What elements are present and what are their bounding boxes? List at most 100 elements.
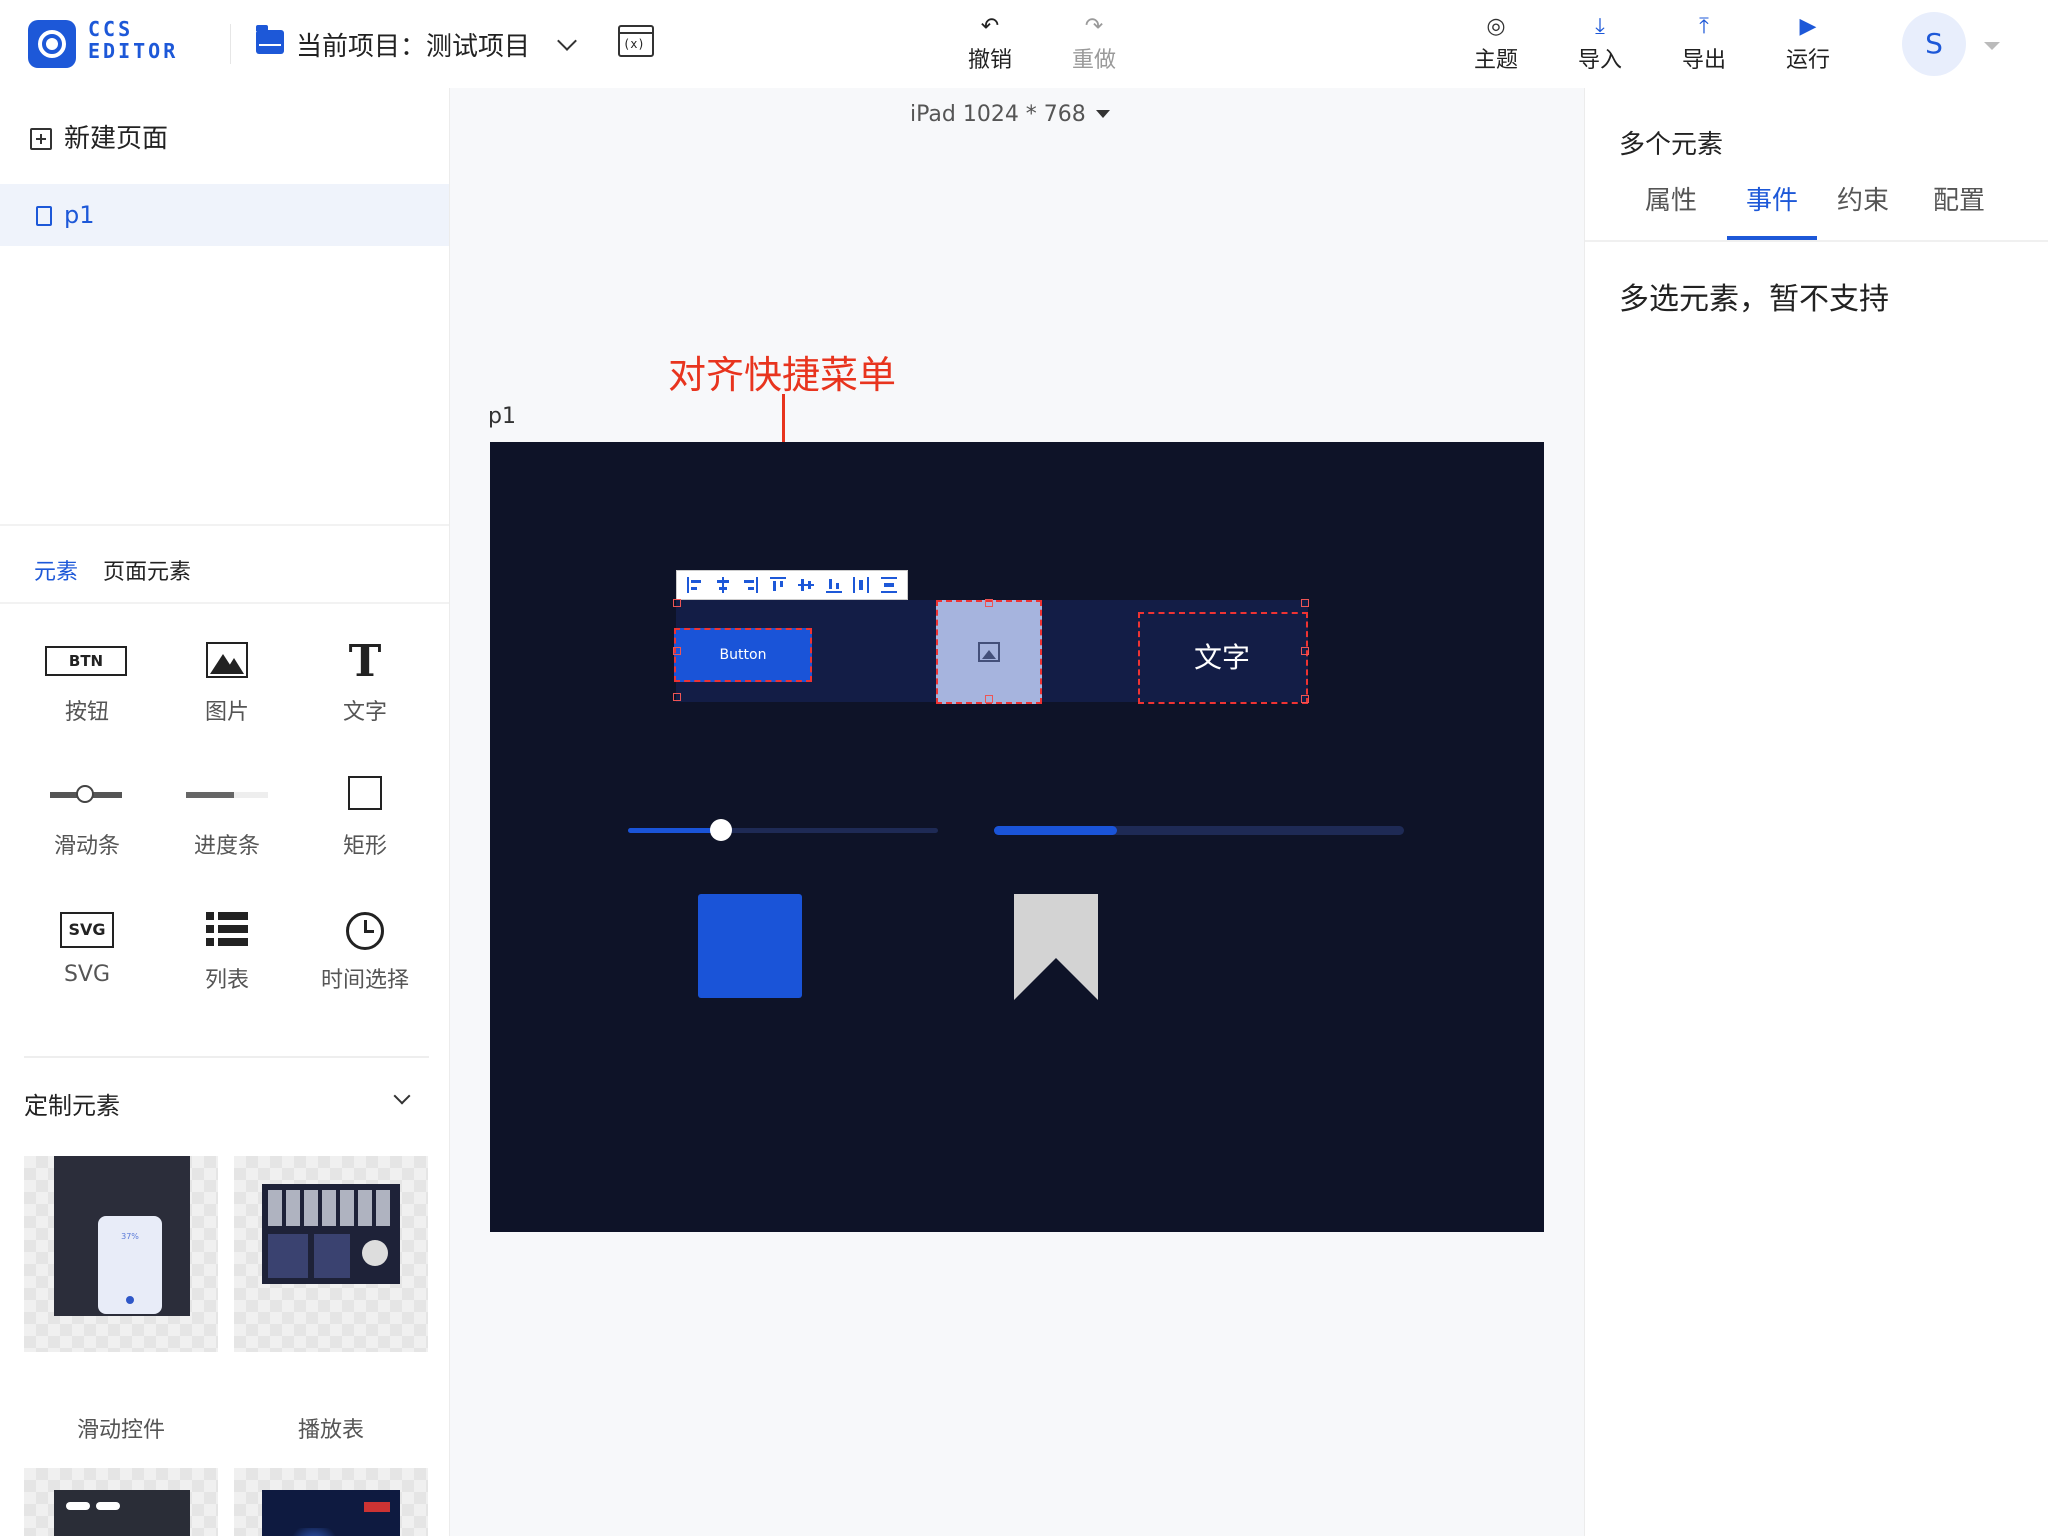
progress-fill: [994, 826, 1117, 835]
slider-fill: [628, 828, 721, 833]
header-divider: [230, 24, 231, 64]
page-name-label: p1: [488, 404, 516, 429]
align-center-v-icon[interactable]: [796, 575, 816, 595]
tab-config[interactable]: 配置: [1933, 180, 1985, 240]
canvas-slider-element[interactable]: [628, 819, 938, 841]
resize-handle[interactable]: [985, 695, 993, 703]
play-icon: ▶: [1799, 14, 1817, 39]
align-top-icon[interactable]: [768, 575, 788, 595]
add-page-icon: [30, 128, 52, 150]
device-selector[interactable]: iPad 1024 * 768: [910, 102, 1110, 127]
align-center-h-icon[interactable]: [713, 575, 733, 595]
page-icon: [36, 206, 52, 226]
redo-button[interactable]: ↷ 重做: [1072, 12, 1116, 74]
undo-icon: ↶: [980, 14, 1000, 39]
custom-element-3[interactable]: [24, 1468, 218, 1536]
variables-icon[interactable]: (x): [618, 25, 654, 57]
brand-name: CCS EDITOR: [88, 17, 179, 63]
properties-tabs: 属性 事件 约束 配置: [1585, 180, 2048, 242]
chevron-down-icon[interactable]: [393, 1087, 411, 1105]
project-selector[interactable]: 当前项目：测试项目: [296, 26, 530, 63]
custom-element-label: 播放表: [297, 1418, 364, 1443]
ccs-logo-icon: [28, 20, 76, 68]
top-toolbar: CCS EDITOR 当前项目：测试项目 (x) ↶ 撤销 ↷ 重做 ◎ 主题 …: [0, 0, 2048, 88]
widget-rectangle[interactable]: 矩形: [300, 772, 430, 860]
distribute-h-icon[interactable]: [851, 575, 871, 595]
resize-handle[interactable]: [673, 599, 681, 607]
canvas-svg-element[interactable]: [1014, 894, 1098, 1000]
export-icon: ⤒: [1699, 14, 1709, 39]
custom-elements-title: 定制元素: [24, 1092, 120, 1120]
widget-time-picker[interactable]: 时间选择: [300, 906, 430, 994]
widget-text[interactable]: T 文字: [300, 638, 430, 726]
import-icon: ⤓: [1595, 14, 1605, 39]
widget-progress[interactable]: 进度条: [162, 772, 292, 860]
resize-handle[interactable]: [1301, 695, 1309, 703]
annotation-label: 对齐快捷菜单: [668, 353, 897, 397]
tab-page-elements[interactable]: 页面元素: [103, 554, 191, 586]
resize-handle[interactable]: [673, 647, 681, 655]
custom-element-playlist[interactable]: [234, 1156, 428, 1352]
import-button[interactable]: ⤓ 导入: [1578, 12, 1622, 74]
divider: [0, 524, 449, 526]
align-toolbar: [676, 570, 908, 600]
widget-button[interactable]: BTN 按钮: [22, 638, 152, 726]
avatar[interactable]: S: [1902, 12, 1966, 76]
button-icon: BTN: [22, 638, 152, 688]
divider: [24, 1056, 429, 1058]
svg-icon: SVG: [22, 906, 152, 956]
redo-icon: ↷: [1084, 14, 1104, 39]
selection-outline: [674, 628, 812, 682]
align-bottom-icon[interactable]: [824, 575, 844, 595]
multi-select-message: 多选元素，暂不支持: [1619, 282, 1889, 317]
tab-properties[interactable]: 属性: [1645, 180, 1697, 240]
distribute-v-icon[interactable]: [879, 575, 899, 595]
chevron-down-icon[interactable]: [557, 31, 577, 51]
slider-icon: [22, 772, 152, 822]
panel-title: 多个元素: [1619, 130, 1724, 160]
left-panel: 新建页面 p1 元素 页面元素 BTN 按钮 图片 T 文字 滑动条 进度条 矩…: [0, 88, 450, 1536]
caret-down-icon[interactable]: [1984, 42, 2000, 50]
canvas-rectangle-element[interactable]: [698, 894, 802, 998]
element-tabs: 元素 页面元素: [34, 554, 209, 586]
progress-icon: [162, 772, 292, 822]
new-page-button[interactable]: 新建页面: [30, 118, 168, 155]
list-icon: [162, 906, 292, 956]
bookmark-shape: [1014, 894, 1098, 1000]
slider-knob[interactable]: [710, 819, 732, 841]
image-icon: [162, 638, 292, 688]
align-right-icon[interactable]: [740, 575, 760, 595]
canvas-progress-element[interactable]: [994, 826, 1404, 835]
undo-button[interactable]: ↶ 撤销: [968, 12, 1012, 74]
design-canvas[interactable]: Button 文字: [490, 442, 1544, 1232]
selection-outline: [1138, 612, 1308, 704]
widget-list[interactable]: 列表: [162, 906, 292, 994]
resize-handle[interactable]: [1301, 599, 1309, 607]
widget-image[interactable]: 图片: [162, 638, 292, 726]
export-button[interactable]: ⤒ 导出: [1682, 12, 1726, 74]
text-icon: T: [348, 636, 382, 687]
resize-handle[interactable]: [985, 599, 993, 607]
tab-constraints[interactable]: 约束: [1837, 180, 1889, 240]
rectangle-icon: [300, 772, 430, 822]
page-list-item[interactable]: p1: [0, 184, 449, 246]
tab-elements[interactable]: 元素: [34, 554, 78, 586]
folder-icon: [256, 25, 284, 54]
widget-svg[interactable]: SVG SVG: [22, 906, 152, 987]
caret-down-icon: [1095, 110, 1110, 118]
align-left-icon[interactable]: [685, 575, 705, 595]
palette-icon: ◎: [1486, 14, 1506, 39]
selection-outline: [936, 600, 1042, 704]
custom-element-label: 滑动控件: [76, 1418, 165, 1443]
widget-slider[interactable]: 滑动条: [22, 772, 152, 860]
divider: [0, 602, 449, 604]
custom-element-4[interactable]: [234, 1468, 428, 1536]
resize-handle[interactable]: [1301, 647, 1309, 655]
custom-element-slider-control[interactable]: 37%: [24, 1156, 218, 1352]
clock-icon: [300, 906, 430, 956]
run-button[interactable]: ▶ 运行: [1786, 12, 1830, 74]
resize-handle[interactable]: [673, 693, 681, 701]
properties-panel: 多个元素 属性 事件 约束 配置 多选元素，暂不支持: [1584, 88, 2048, 1536]
tab-events[interactable]: 事件: [1727, 180, 1817, 240]
theme-button[interactable]: ◎ 主题: [1474, 12, 1518, 74]
